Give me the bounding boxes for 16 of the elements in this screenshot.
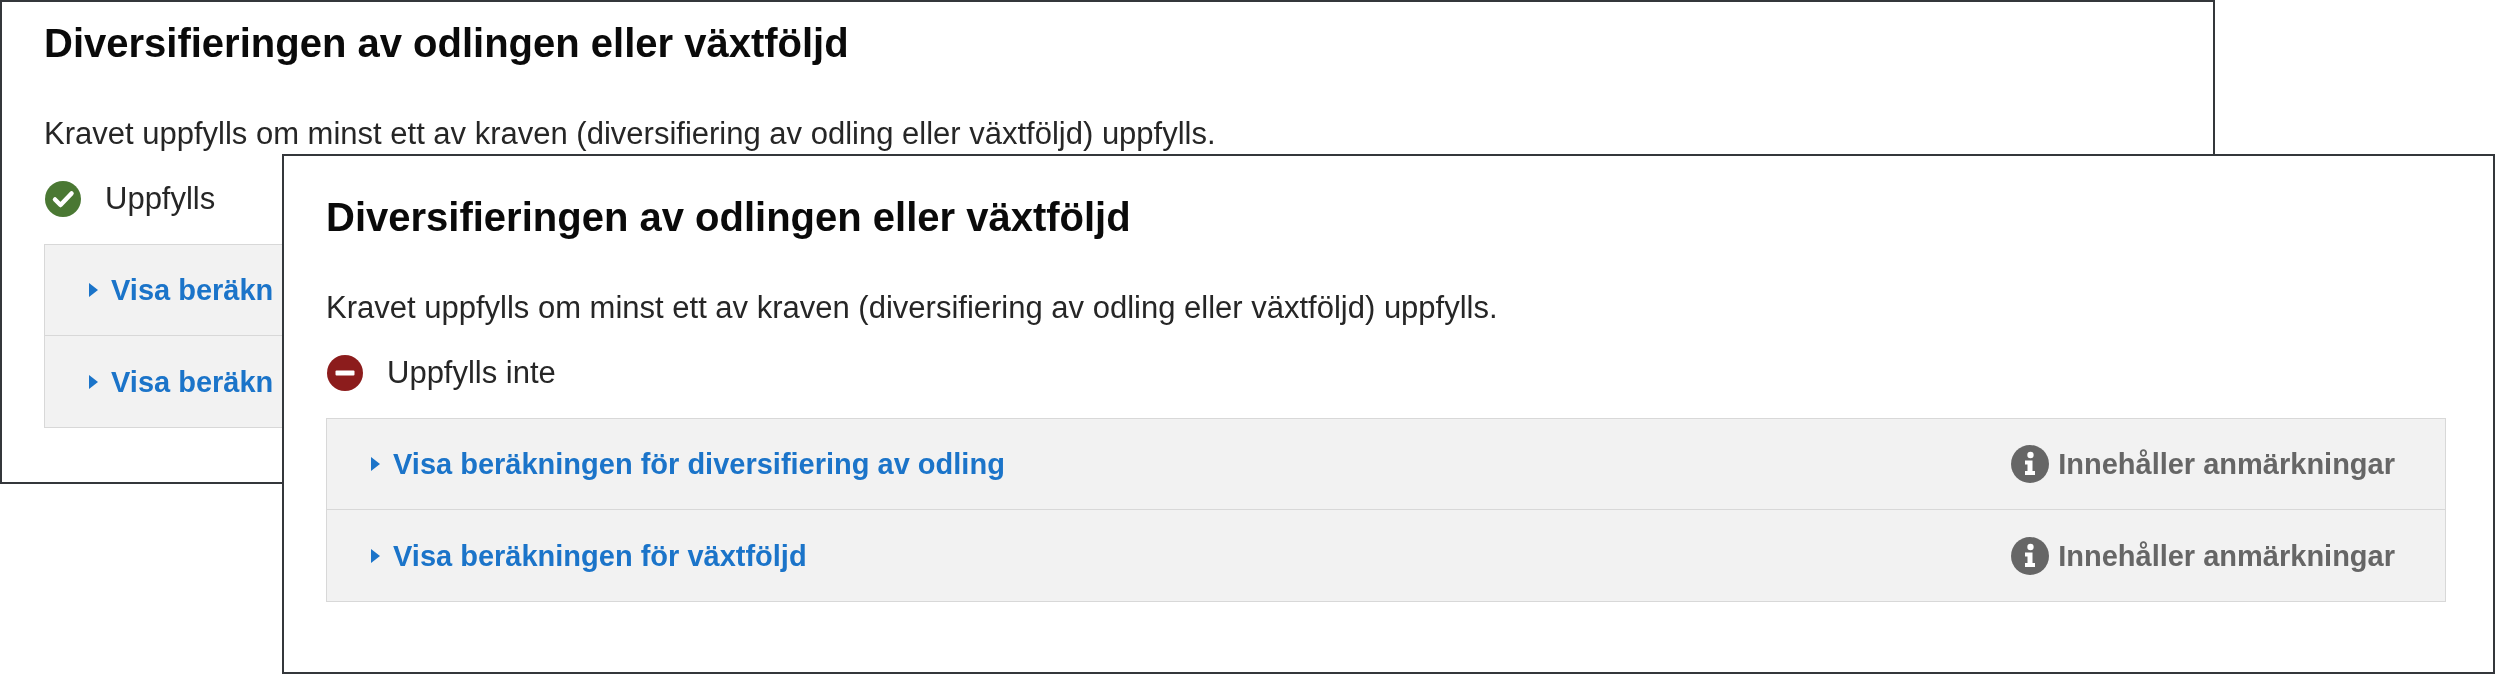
requirement-description: Kravet uppfylls om minst ett av kraven (diversifiering av odling eller växtföljd) uppfylls. [326,289,1498,326]
note-text: Innehåller anmärkningar [2058,538,2395,573]
check-circle-icon [45,180,81,217]
minus-circle-icon [327,354,363,391]
info-icon [2011,445,2050,483]
calculation-link[interactable]: Visa beräkningen för diversifiering av odling [371,447,1005,481]
info-icon [2011,536,2050,575]
card-title: Diversifieringen av odlingen eller växtföljd [326,194,1131,240]
calculation-link[interactable]: Visa beräkn [89,364,274,399]
requirement-description: Kravet uppfylls om minst ett av kraven (diversifiering av odling eller växtföljd) uppfylls. [44,115,1216,152]
calculation-link[interactable]: Visa beräkn [89,273,274,307]
calculation-link[interactable]: Visa beräkningen för växtföljd [371,538,807,573]
card-title: Diversifieringen av odlingen eller växtföljd [44,20,849,66]
note-text: Innehåller anmärkningar [2058,447,2395,481]
status-label: Uppfylls inte [387,354,556,391]
status-label: Uppfylls [105,180,216,217]
